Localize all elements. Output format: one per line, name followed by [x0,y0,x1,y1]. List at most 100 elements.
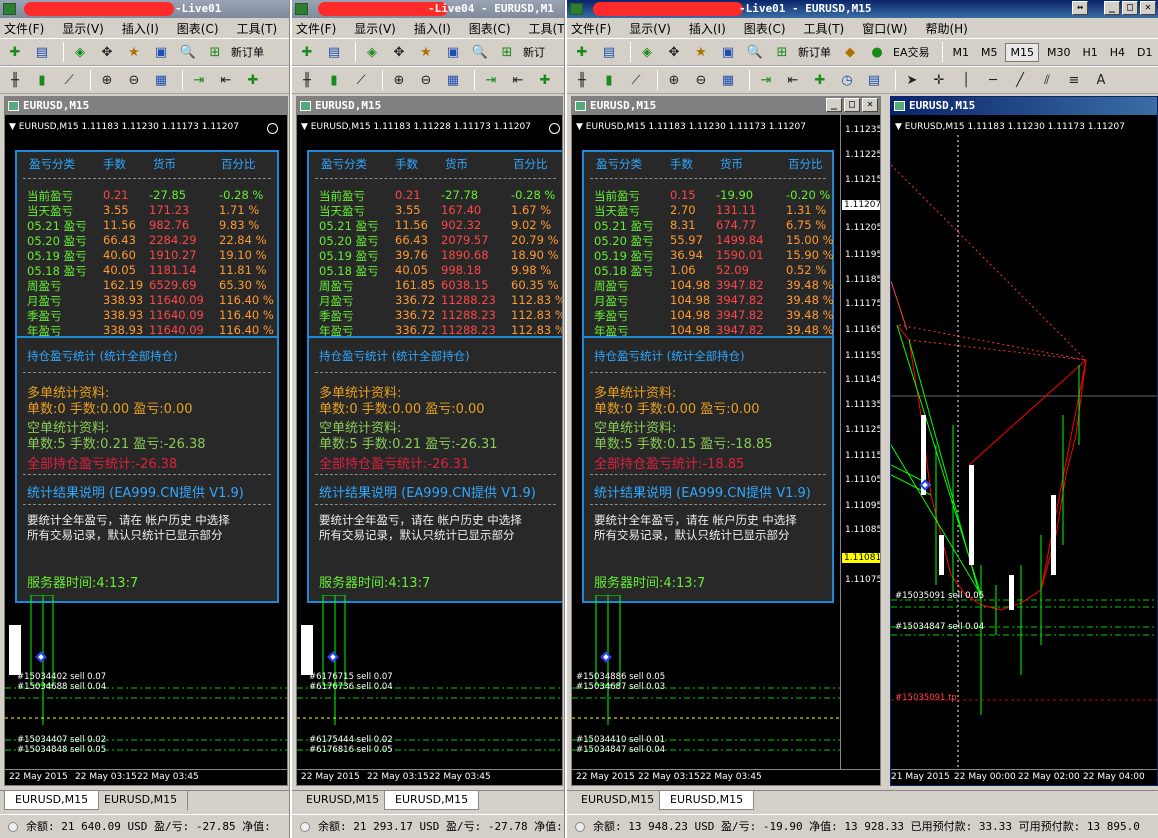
cursor-icon[interactable]: ➤ [901,70,923,90]
timeframe-h1[interactable]: H1 [1078,44,1101,61]
new-order-icon[interactable]: ⊞ [496,42,518,62]
menu-insert[interactable]: 插入(I) [122,20,159,37]
terminal-icon[interactable]: ▣ [150,42,172,62]
candlestick-icon[interactable]: ▮ [323,70,345,90]
menu-insert[interactable]: 插入(I) [414,20,451,37]
menu-view[interactable]: 显示(V) [629,20,671,37]
chart-tab[interactable]: EURUSD,M15 [4,791,100,810]
market-watch-icon[interactable]: ◈ [69,42,91,62]
zoom-out-icon[interactable]: ⊖ [690,70,712,90]
tester-icon[interactable]: 🔍 [177,42,199,62]
metaeditor-icon[interactable]: ◆ [839,42,861,62]
indicators-icon[interactable]: ✚ [809,70,831,90]
new-chart-icon[interactable]: ✚ [571,42,593,62]
tile-windows-icon[interactable]: ▦ [442,70,464,90]
zoom-in-icon[interactable]: ⊕ [663,70,685,90]
terminal-icon[interactable]: ▣ [442,42,464,62]
new-order-button[interactable]: 新订单 [231,44,264,60]
menu-insert[interactable]: 插入(I) [689,20,726,37]
chart-tab[interactable]: EURUSD,M15 [296,791,391,810]
candlestick-icon[interactable]: ▮ [598,70,620,90]
chart-shift-icon[interactable]: ⇤ [507,70,529,90]
zoom-in-icon[interactable]: ⊕ [96,70,118,90]
horizontal-line-icon[interactable]: ─ [982,70,1004,90]
data-window-icon[interactable]: ✥ [96,42,118,62]
minimize-icon[interactable]: _ [826,98,842,112]
profiles-icon[interactable]: ▤ [323,42,345,62]
channel-icon[interactable]: ⫽ [1036,70,1058,90]
chart-tab[interactable]: EURUSD,M15 [659,791,755,810]
line-chart-icon[interactable]: ⟋ [58,70,80,90]
menu-help[interactable]: 帮助(H) [925,20,967,37]
tester-icon[interactable]: 🔍 [469,42,491,62]
timeframe-m15[interactable]: M15 [1005,42,1039,62]
new-order-button[interactable]: 新订 [523,44,545,60]
menu-tools[interactable]: 工具(T) [237,20,278,37]
indicators-icon[interactable]: ✚ [242,70,264,90]
timeframe-m5[interactable]: M5 [977,44,1002,61]
zoom-out-icon[interactable]: ⊖ [123,70,145,90]
tile-windows-icon[interactable]: ▦ [150,70,172,90]
minimize-icon[interactable]: _ [1104,1,1120,15]
navigator-icon[interactable]: ★ [123,42,145,62]
autoscroll-icon[interactable]: ⇥ [755,70,777,90]
crosshair-icon[interactable]: ✛ [928,70,950,90]
menu-tools[interactable]: 工具(T) [804,20,845,37]
chart-area[interactable]: ▼ EURUSD,M15 1.11183 1.11230 1.11173 1.1… [572,115,880,785]
menu-file[interactable]: 文件(F) [571,20,611,37]
chart-area[interactable]: ▼ EURUSD,M15 1.11183 1.11228 1.11173 1.1… [297,115,562,785]
autoscroll-icon[interactable]: ⇥ [188,70,210,90]
profiles-icon[interactable]: ▤ [598,42,620,62]
menu-charts[interactable]: 图表(C) [469,20,511,37]
bar-chart-icon[interactable]: ╫ [571,70,593,90]
candlestick-icon[interactable]: ▮ [31,70,53,90]
chart-shift-icon[interactable]: ⇤ [782,70,804,90]
bar-chart-icon[interactable]: ╫ [4,70,26,90]
menu-view[interactable]: 显示(V) [354,20,396,37]
chart-tab[interactable]: EURUSD,M15 [94,791,189,810]
close-icon[interactable]: ✕ [1140,1,1156,15]
navigator-icon[interactable]: ★ [415,42,437,62]
tile-windows-icon[interactable]: ▦ [717,70,739,90]
market-watch-icon[interactable]: ◈ [361,42,383,62]
chart-tab[interactable]: EURUSD,M15 [384,791,480,810]
timeframe-m30[interactable]: M30 [1043,44,1075,61]
line-chart-icon[interactable]: ⟋ [350,70,372,90]
restore-icon[interactable]: ↔ [1072,1,1088,15]
expert-advisors-icon[interactable]: ● [866,42,888,62]
line-chart-icon[interactable]: ⟋ [625,70,647,90]
zoom-out-icon[interactable]: ⊖ [415,70,437,90]
autoscroll-icon[interactable]: ⇥ [480,70,502,90]
trendline-icon[interactable]: ╱ [1009,70,1031,90]
profiles-icon[interactable]: ▤ [31,42,53,62]
zoom-in-icon[interactable]: ⊕ [388,70,410,90]
ea-trading-button[interactable]: EA交易 [893,44,929,60]
menu-file[interactable]: 文件(F) [296,20,336,37]
new-chart-icon[interactable]: ✚ [296,42,318,62]
timeframe-h4[interactable]: H4 [1106,44,1129,61]
menu-file[interactable]: 文件(F) [4,20,44,37]
text-tool-icon[interactable]: A [1090,70,1112,90]
timeframe-m1[interactable]: M1 [948,44,973,61]
indicators-icon[interactable]: ✚ [534,70,556,90]
close-icon[interactable]: ✕ [862,98,878,112]
data-window-icon[interactable]: ✥ [663,42,685,62]
maximize-icon[interactable]: □ [844,98,860,112]
chart-area[interactable]: ▼ EURUSD,M15 1.11183 1.11230 1.11173 1.1… [891,115,1157,785]
menu-window[interactable]: 窗口(W) [862,20,907,37]
maximize-icon[interactable]: □ [1122,1,1138,15]
menu-view[interactable]: 显示(V) [62,20,104,37]
fibonacci-icon[interactable]: ≡ [1063,70,1085,90]
vertical-line-icon[interactable]: │ [955,70,977,90]
menu-charts[interactable]: 图表(C) [744,20,786,37]
new-chart-icon[interactable]: ✚ [4,42,26,62]
market-watch-icon[interactable]: ◈ [636,42,658,62]
periods-icon[interactable]: ◷ [836,70,858,90]
new-order-icon[interactable]: ⊞ [771,42,793,62]
chart-shift-icon[interactable]: ⇤ [215,70,237,90]
timeframe-d1[interactable]: D1 [1133,44,1156,61]
menu-charts[interactable]: 图表(C) [177,20,219,37]
data-window-icon[interactable]: ✥ [388,42,410,62]
terminal-icon[interactable]: ▣ [717,42,739,62]
new-order-button[interactable]: 新订单 [798,44,831,60]
